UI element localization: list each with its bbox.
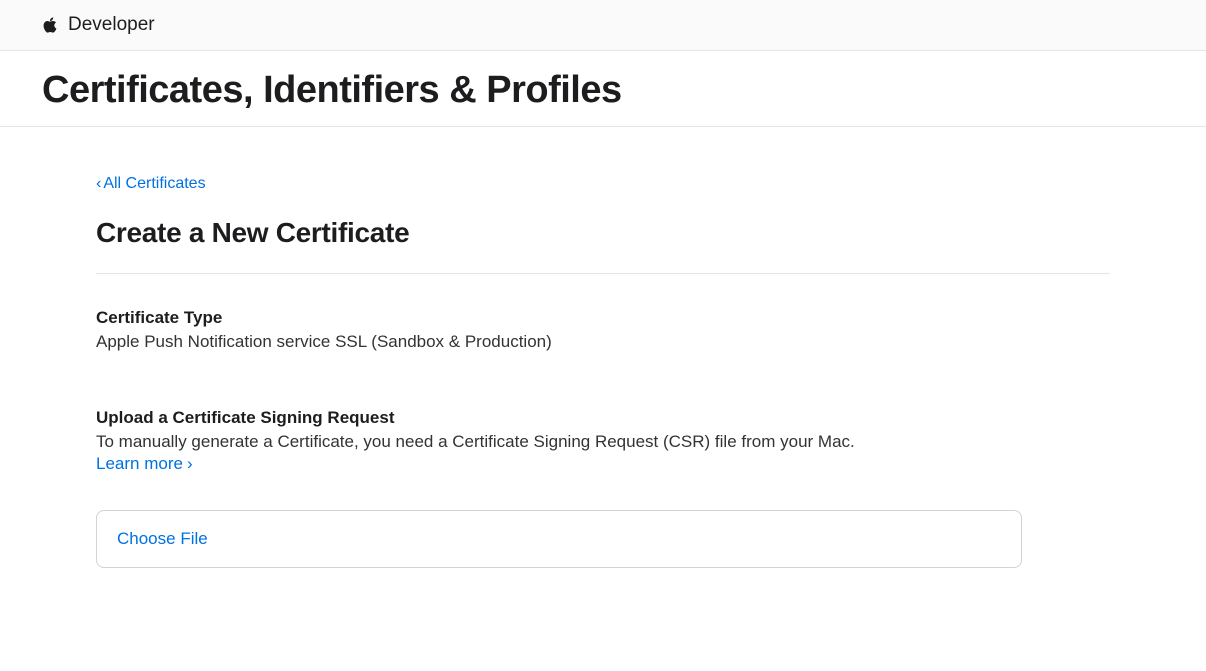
choose-file-label: Choose File [117,529,208,548]
page-title: Certificates, Identifiers & Profiles [42,69,1164,112]
back-all-certificates-link[interactable]: ‹ All Certificates [96,175,206,193]
apple-logo-icon[interactable] [42,16,60,34]
developer-label[interactable]: Developer [68,14,155,36]
divider [96,273,1110,274]
back-link-label: All Certificates [103,175,205,193]
chevron-right-icon: › [187,454,193,474]
certificate-type-value: Apple Push Notification service SSL (San… [96,332,1110,352]
learn-more-link[interactable]: Learn more › [96,454,193,474]
upload-csr-description: To manually generate a Certificate, you … [96,432,1110,452]
upload-csr-heading: Upload a Certificate Signing Request [96,408,1110,428]
learn-more-label: Learn more [96,454,183,474]
page-header: Certificates, Identifiers & Profiles [0,51,1206,127]
section-title: Create a New Certificate [96,217,1110,249]
choose-file-button[interactable]: Choose File [96,510,1022,568]
main-content: ‹ All Certificates Create a New Certific… [0,127,1206,608]
top-bar: Developer [0,0,1206,51]
chevron-left-icon: ‹ [96,175,101,193]
certificate-type-label: Certificate Type [96,308,1110,328]
